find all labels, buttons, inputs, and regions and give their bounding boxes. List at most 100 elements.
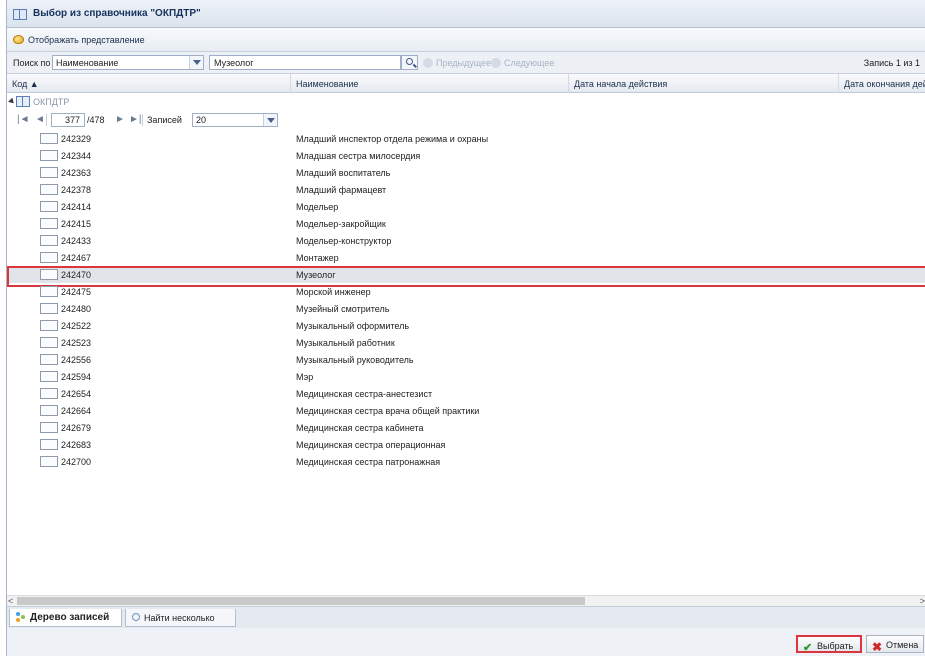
- table-row[interactable]: 242556 Музыкальный руководитель: [7, 351, 925, 368]
- row-code: 242522: [61, 321, 92, 331]
- record-icon: [40, 405, 58, 416]
- next-page-button[interactable]: ►: [115, 114, 125, 125]
- row-name: Младший воспитатель: [296, 168, 391, 178]
- row-name: Музыкальный работник: [296, 338, 395, 348]
- expand-arrow-icon[interactable]: [8, 97, 16, 106]
- cancel-button[interactable]: ✖ Отмена: [866, 635, 924, 654]
- grid-header: Код ▲ Наименование Дата начала действия …: [7, 74, 925, 93]
- table-row[interactable]: 242523 Музыкальный работник: [7, 334, 925, 351]
- horizontal-scrollbar[interactable]: < >: [7, 595, 925, 606]
- row-code: 242470: [61, 270, 92, 280]
- checkmark-icon: ✔: [803, 642, 813, 654]
- row-name: Младшая сестра милосердия: [296, 151, 421, 161]
- row-code: 242475: [61, 287, 92, 297]
- row-name: Модельер-закройщик: [296, 219, 386, 229]
- record-icon: [40, 252, 58, 263]
- row-code: 242433: [61, 236, 92, 246]
- table-row[interactable]: 242700 Медицинская сестра патронажная: [7, 453, 925, 470]
- pager-separator: [46, 114, 47, 126]
- row-code: 242594: [61, 372, 92, 382]
- table-row[interactable]: 242344 Младшая сестра милосердия: [7, 147, 925, 164]
- table-row[interactable]: 242433 Модельер-конструктор: [7, 232, 925, 249]
- table-row[interactable]: 242522 Музыкальный оформитель: [7, 317, 925, 334]
- tab-tree[interactable]: Дерево записей: [9, 609, 122, 627]
- column-name[interactable]: Наименование: [291, 74, 569, 93]
- record-icon: [40, 371, 58, 382]
- table-row[interactable]: 242414 Модельер: [7, 198, 925, 215]
- next-button[interactable]: Следующее: [491, 58, 554, 68]
- record-icon: [40, 201, 58, 212]
- search-input[interactable]: Музеолог: [209, 55, 401, 70]
- table-row[interactable]: 242480 Музейный смотритель: [7, 300, 925, 317]
- records-list: 242329 Младший инспектор отдела режима и …: [7, 130, 925, 470]
- record-icon: [40, 150, 58, 161]
- row-name: Медицинская сестра патронажная: [296, 457, 441, 467]
- column-code[interactable]: Код ▲: [7, 74, 291, 93]
- table-row[interactable]: 242664 Медицинская сестра врача общей пра…: [7, 402, 925, 419]
- search-field-value: Наименование: [56, 58, 119, 68]
- show-representation-button[interactable]: Отображать представление: [28, 35, 145, 45]
- scrollbar-thumb[interactable]: [17, 597, 585, 605]
- records-per-page-label: Записей: [147, 115, 182, 125]
- table-row[interactable]: 242654 Медицинская сестра-анестезист: [7, 385, 925, 402]
- table-row[interactable]: 242679 Медицинская сестра кабинета: [7, 419, 925, 436]
- pager-separator: [142, 114, 143, 126]
- view-representation-icon: [13, 35, 24, 44]
- record-icon: [40, 269, 58, 280]
- row-name: Морской инженер: [296, 287, 371, 297]
- tree-icon: [16, 612, 26, 622]
- tree-root[interactable]: ОКПДТР: [7, 93, 925, 110]
- select-button[interactable]: ✔ Выбрать: [796, 635, 862, 654]
- record-icon: [40, 286, 58, 297]
- row-code: 242378: [61, 185, 92, 195]
- row-code: 242679: [61, 423, 92, 433]
- folder-book-icon: [16, 96, 30, 107]
- search-field-select[interactable]: Наименование: [52, 55, 204, 70]
- table-row[interactable]: 242683 Медицинская сестра операционная: [7, 436, 925, 453]
- column-end-date[interactable]: Дата окончания действия: [839, 74, 925, 93]
- row-name: Младший инспектор отдела режима и охраны: [296, 134, 489, 144]
- dialog-title: Выбор из справочника "ОКПДТР": [33, 8, 201, 19]
- table-row[interactable]: 242470 Музеолог: [7, 266, 925, 287]
- close-icon: ✖: [872, 640, 883, 654]
- search-query-value: Музеолог: [214, 58, 254, 68]
- pager: |◄ ◄ 377 /478 ► ►| Записей 20: [7, 110, 925, 130]
- row-name: Медицинская сестра-анестезист: [296, 389, 433, 399]
- table-row[interactable]: 242467 Монтажер: [7, 249, 925, 266]
- previous-button[interactable]: Предыдущее: [423, 58, 491, 68]
- record-icon: [40, 337, 58, 348]
- column-start-date[interactable]: Дата начала действия: [569, 74, 839, 93]
- record-icon: [40, 456, 58, 467]
- scroll-right-icon[interactable]: >: [920, 597, 925, 606]
- search-button[interactable]: [401, 55, 418, 70]
- row-code: 242329: [61, 134, 92, 144]
- table-row[interactable]: 242415 Модельер-закройщик: [7, 215, 925, 232]
- chevron-down-icon[interactable]: [189, 56, 203, 69]
- record-icon: [40, 184, 58, 195]
- table-row[interactable]: 242363 Младший воспитатель: [7, 164, 925, 181]
- records-grid: ОКПДТР |◄ ◄ 377 /478 ► ►| Записей 20 242…: [7, 93, 925, 595]
- row-code: 242344: [61, 151, 92, 161]
- dialog-titlebar[interactable]: Выбор из справочника "ОКПДТР": [7, 0, 925, 28]
- row-code: 242664: [61, 406, 92, 416]
- records-per-page-select[interactable]: 20: [192, 113, 278, 127]
- table-row[interactable]: 242329 Младший инспектор отдела режима и …: [7, 130, 925, 147]
- row-name: Мэр: [296, 372, 314, 382]
- page-number-input[interactable]: 377: [51, 113, 85, 127]
- row-code: 242700: [61, 457, 92, 467]
- table-row[interactable]: 242475 Морской инженер: [7, 283, 925, 300]
- scroll-left-icon[interactable]: <: [8, 597, 13, 606]
- record-icon: [40, 439, 58, 450]
- row-code: 242415: [61, 219, 92, 229]
- bottom-tabs: Дерево записей Найти несколько: [7, 606, 925, 628]
- last-page-button[interactable]: ►|: [129, 114, 142, 125]
- record-icon: [40, 422, 58, 433]
- row-code: 242523: [61, 338, 92, 348]
- table-row[interactable]: 242594 Мэр: [7, 368, 925, 385]
- prev-page-button[interactable]: ◄: [35, 114, 45, 125]
- first-page-button[interactable]: |◄: [17, 114, 30, 125]
- chevron-down-icon[interactable]: [263, 114, 277, 126]
- table-row[interactable]: 242378 Младший фармацевт: [7, 181, 925, 198]
- record-icon: [40, 388, 58, 399]
- tab-find-many[interactable]: Найти несколько: [125, 609, 236, 627]
